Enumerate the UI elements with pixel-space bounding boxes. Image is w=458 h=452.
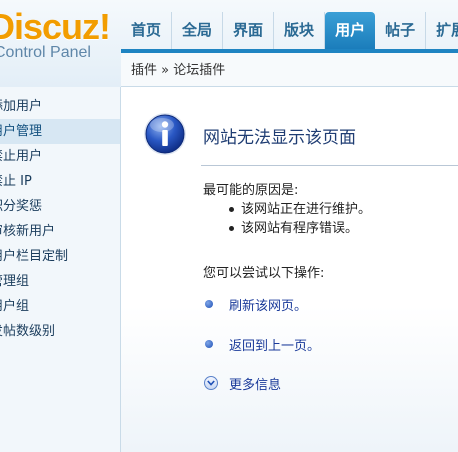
header: Discuz! Control Panel 首页 全局 界面 版块 用户 帖子 … — [0, 0, 458, 87]
logo-subtitle: Control Panel — [0, 44, 91, 61]
divider — [201, 165, 458, 166]
top-nav: 首页 全局 界面 版块 用户 帖子 扩展 — [121, 12, 458, 49]
refresh-page-label[interactable]: 刷新该网页。 — [229, 295, 307, 314]
tab-global[interactable]: 全局 — [172, 12, 224, 49]
bullet-icon — [205, 340, 213, 348]
more-info-label[interactable]: 更多信息 — [229, 374, 281, 393]
content-frame: 网站无法显示该页面 最可能的原因是: 该网站正在进行维护。 该网站有程序错误。 … — [121, 87, 458, 452]
tab-forums[interactable]: 版块 — [274, 12, 326, 49]
sidebar-item-add-user[interactable]: 添加用户 — [0, 94, 120, 119]
logo-area: Discuz! Control Panel — [0, 0, 121, 87]
list-item: 该网站有程序错误。 — [228, 219, 371, 238]
reasons-list: 该网站正在进行维护。 该网站有程序错误。 — [228, 200, 372, 238]
list-item: 该网站正在进行维护。 — [228, 202, 372, 217]
refresh-page-link[interactable]: 刷新该网页。 — [205, 294, 307, 314]
actions-heading: 您可以尝试以下操作: — [203, 266, 325, 281]
reasons-heading: 最可能的原因是: — [203, 183, 299, 198]
sidebar-item-ban-ip[interactable]: 禁止 IP — [0, 169, 120, 194]
sidebar-item-credits[interactable]: 积分奖惩 — [0, 194, 120, 219]
sidebar: 添加用户 用户管理 禁止用户 禁止 IP 积分奖惩 审核新用户 用户栏目定制 管… — [0, 87, 121, 452]
more-info-link[interactable]: 更多信息 — [204, 373, 281, 393]
sidebar-item-user-management[interactable]: 用户管理 — [0, 119, 120, 144]
sidebar-item-profile-fields[interactable]: 用户栏目定制 — [0, 244, 120, 269]
tab-interface[interactable]: 界面 — [223, 12, 275, 49]
breadcrumb: 插件 » 论坛插件 — [121, 53, 458, 87]
tab-posts[interactable]: 帖子 — [375, 12, 427, 49]
logo: Discuz! — [0, 6, 111, 47]
go-back-link[interactable]: 返回到上一页。 — [205, 334, 320, 354]
bullet-icon — [205, 300, 213, 308]
sidebar-item-moderate-users[interactable]: 审核新用户 — [0, 219, 120, 244]
chevron-down-icon[interactable] — [204, 376, 218, 390]
tab-users[interactable]: 用户 — [325, 12, 376, 49]
info-icon — [144, 113, 186, 155]
error-title: 网站无法显示该页面 — [203, 128, 356, 148]
sidebar-item-post-ranks[interactable]: 发帖数级别 — [0, 319, 120, 344]
tab-extensions[interactable]: 扩展 — [426, 12, 458, 49]
sidebar-menu: 添加用户 用户管理 禁止用户 禁止 IP 积分奖惩 审核新用户 用户栏目定制 管… — [0, 94, 120, 344]
sidebar-item-admin-groups[interactable]: 管理组 — [0, 269, 120, 294]
tab-home[interactable]: 首页 — [121, 12, 173, 49]
sidebar-item-user-groups[interactable]: 用户组 — [0, 294, 120, 319]
sidebar-item-ban-user[interactable]: 禁止用户 — [0, 144, 120, 169]
go-back-label[interactable]: 返回到上一页。 — [229, 335, 320, 354]
